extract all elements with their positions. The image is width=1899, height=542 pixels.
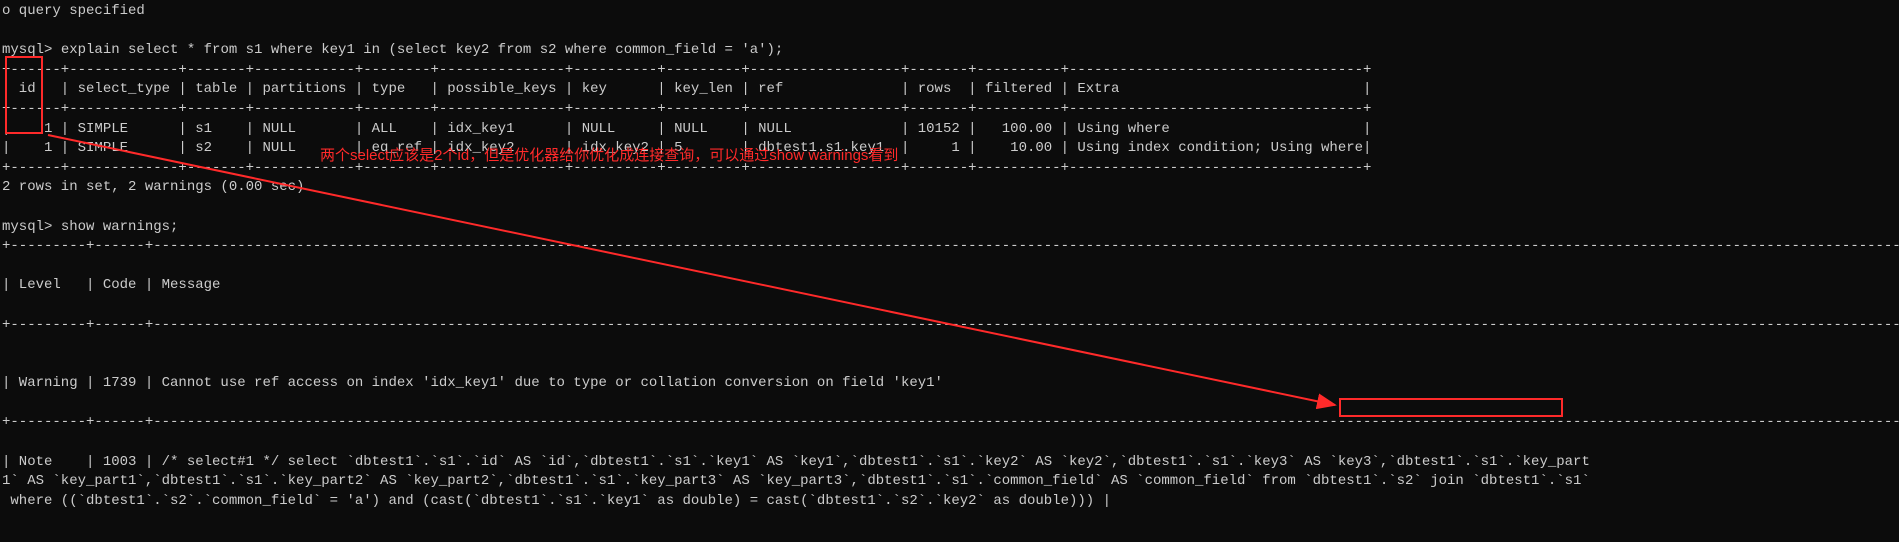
explain-border-mid: +------+-------------+-------+----------… [2,100,1899,120]
blank-line [2,335,1899,355]
warnings-border-top: +---------+------+----------------------… [2,237,1899,257]
blank-line [2,257,1899,277]
warnings-row-2-line2: 1` AS `key_part1`,`dbtest1`.`s1`.`key_pa… [2,472,1899,492]
highlight-box-join-clause [1339,398,1563,417]
warnings-row-1: | Warning | 1739 | Cannot use ref access… [2,374,1899,394]
blank-line [2,433,1899,453]
top-fragment: o query specified [2,2,1899,22]
warnings-row-2-line1: | Note | 1003 | /* select#1 */ select `d… [2,453,1899,473]
blank-line [2,22,1899,42]
result-summary: 2 rows in set, 2 warnings (0.00 sec) [2,178,1899,198]
explain-command-line: mysql> explain select * from s1 where ke… [2,41,1899,61]
show-warnings-command: show warnings; [61,219,179,235]
blank-line [2,355,1899,375]
explain-row-1: | 1 | SIMPLE | s1 | NULL | ALL | idx_key… [2,120,1899,140]
terminal-output: o query specified mysql> explain select … [0,0,1899,511]
explain-border-bot: +------+-------------+-------+----------… [2,159,1899,179]
warnings-border-mid2: +---------+------+----------------------… [2,413,1899,433]
blank-line [2,394,1899,414]
explain-border-top: +------+-------------+-------+----------… [2,61,1899,81]
show-warnings-command-line: mysql> show warnings; [2,218,1899,238]
blank-line [2,296,1899,316]
blank-line [2,198,1899,218]
warnings-border-mid: +---------+------+----------------------… [2,316,1899,336]
warnings-header-row: | Level | Code | Message [2,276,1899,296]
warnings-row-2-line3: where ((`dbtest1`.`s2`.`common_field` = … [2,492,1899,512]
mysql-prompt: mysql> [2,219,61,235]
highlight-box-id-column [5,56,43,134]
explain-header-row: | id | select_type | table | partitions … [2,80,1899,100]
annotation-text: 两个select应该是2个id，但是优化器给你优化成连接查询，可以通过show … [320,145,898,166]
explain-row-2: | 1 | SIMPLE | s2 | NULL | eq_ref | idx_… [2,139,1899,159]
explain-command: explain select * from s1 where key1 in (… [61,42,784,58]
